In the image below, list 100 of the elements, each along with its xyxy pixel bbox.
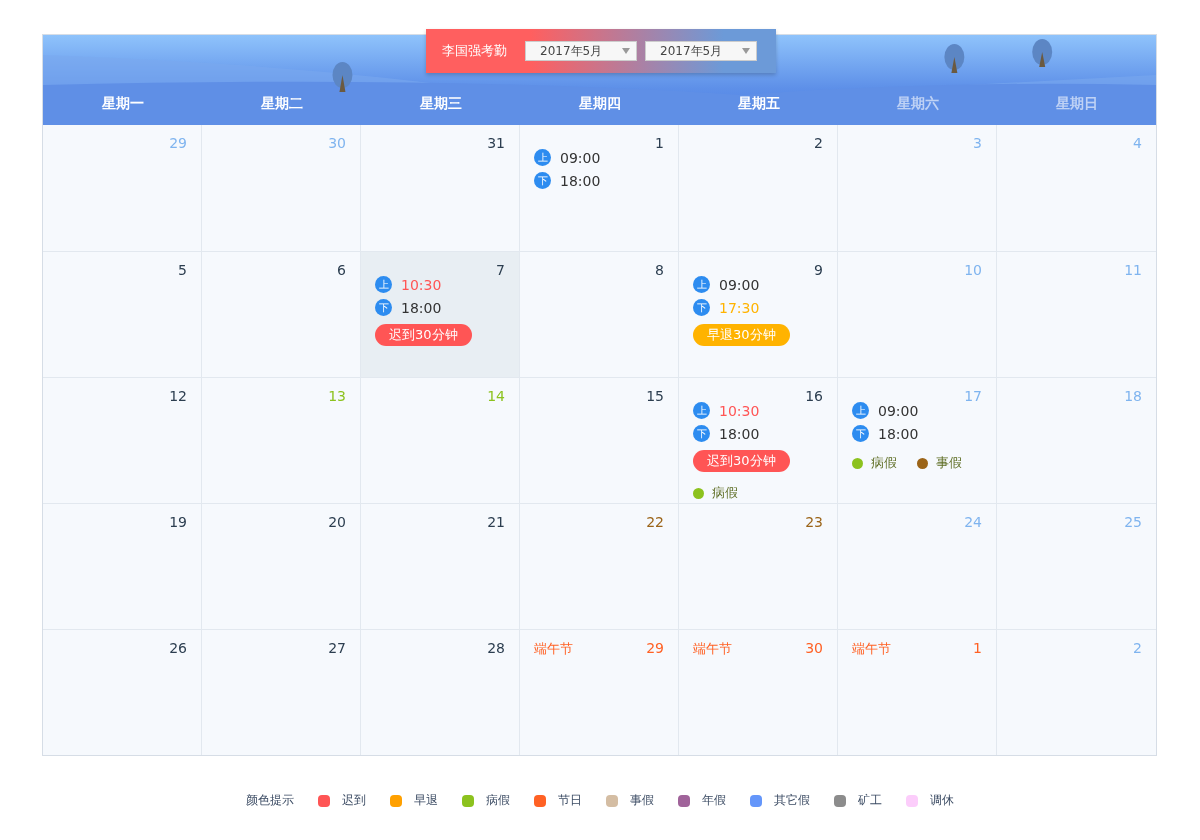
day-number: 10 bbox=[964, 262, 982, 278]
punch-mark: 下 bbox=[693, 299, 710, 316]
punch-mark: 上 bbox=[693, 276, 710, 293]
punch-mark: 上 bbox=[375, 276, 392, 293]
day-cell[interactable]: 上 09:00 下 18:00 病假 事假 17 bbox=[838, 377, 997, 503]
status-badge: 早退30分钟 bbox=[693, 324, 790, 346]
weekday-label: 星期六 bbox=[895, 95, 940, 113]
status-badge: 迟到30分钟 bbox=[375, 324, 472, 346]
day-number: 1 bbox=[655, 135, 664, 151]
punch-time: 09:00 bbox=[719, 276, 760, 293]
holiday-label: 端午节 bbox=[852, 640, 891, 658]
month-select[interactable]: 2017年5月 bbox=[645, 41, 757, 61]
day-number: 13 bbox=[328, 388, 346, 404]
legend-label: 调休 bbox=[929, 792, 954, 809]
day-number: 29 bbox=[169, 135, 187, 151]
punch-time: 09:00 bbox=[560, 149, 601, 166]
legend-label: 事假 bbox=[629, 792, 654, 809]
day-cell[interactable]: 27 bbox=[202, 629, 361, 755]
legend-label: 其它假 bbox=[773, 792, 810, 809]
status-badge: 迟到30分钟 bbox=[693, 450, 790, 472]
day-number: 11 bbox=[1124, 262, 1142, 278]
legend-label: 年假 bbox=[701, 792, 726, 809]
day-number: 2 bbox=[1133, 640, 1142, 656]
punch-time: 10:30 bbox=[401, 276, 442, 293]
day-cell[interactable]: 上 10:30 下 18:00 迟到30分钟 7 bbox=[361, 251, 520, 377]
day-number: 12 bbox=[169, 388, 187, 404]
punch-mark: 上 bbox=[693, 402, 710, 419]
day-cell[interactable]: 21 bbox=[361, 503, 520, 629]
day-number: 2 bbox=[814, 135, 823, 151]
legend-label: 病假 bbox=[485, 792, 510, 809]
month-select[interactable]: 2017年5月 bbox=[525, 41, 637, 61]
punch-mark: 下 bbox=[852, 425, 869, 442]
day-number: 16 bbox=[805, 388, 823, 404]
leave-label: 事假 bbox=[936, 454, 962, 472]
day-cell[interactable]: 上 09:00 下 18:00 1 bbox=[520, 125, 679, 251]
day-number: 29 bbox=[646, 640, 664, 656]
day-number: 21 bbox=[487, 514, 505, 530]
legend-label: 早退 bbox=[413, 792, 438, 809]
weekday-label: 星期日 bbox=[1054, 95, 1099, 113]
day-cell[interactable]: 2 bbox=[679, 125, 838, 251]
day-number: 22 bbox=[646, 514, 664, 530]
day-number: 5 bbox=[178, 262, 187, 278]
day-cell[interactable]: 8 bbox=[520, 251, 679, 377]
holiday-label: 端午节 bbox=[693, 640, 732, 658]
legend-label: 矿工 bbox=[857, 792, 882, 809]
day-cell[interactable]: 12 bbox=[43, 377, 202, 503]
weekday-label: 星期二 bbox=[259, 95, 304, 113]
weekday-label: 星期五 bbox=[736, 95, 781, 113]
day-number: 18 bbox=[1124, 388, 1142, 404]
punch-mark: 下 bbox=[693, 425, 710, 442]
punch-time: 18:00 bbox=[719, 425, 760, 442]
punch-time: 18:00 bbox=[878, 425, 919, 442]
legend-title: 颜色提示 bbox=[245, 792, 294, 809]
weekday-label: 星期一 bbox=[100, 95, 145, 113]
day-number: 30 bbox=[805, 640, 823, 656]
day-number: 27 bbox=[328, 640, 346, 656]
punch-time: 18:00 bbox=[401, 299, 442, 316]
day-cell[interactable]: 22 bbox=[520, 503, 679, 629]
day-cell[interactable]: 20 bbox=[202, 503, 361, 629]
weekday-label: 星期三 bbox=[418, 95, 463, 113]
day-number: 26 bbox=[169, 640, 187, 656]
punch-time: 09:00 bbox=[878, 402, 919, 419]
day-cell[interactable]: 5 bbox=[43, 251, 202, 377]
day-number: 3 bbox=[973, 135, 982, 151]
day-number: 31 bbox=[487, 135, 505, 151]
punch-time: 17:30 bbox=[719, 299, 760, 316]
day-cell[interactable]: 19 bbox=[43, 503, 202, 629]
leave-label: 病假 bbox=[871, 454, 897, 472]
day-number: 20 bbox=[328, 514, 346, 530]
attendance-title: 李国强考勤 bbox=[442, 42, 507, 60]
day-cell[interactable]: 26 bbox=[43, 629, 202, 755]
day-number: 4 bbox=[1133, 135, 1142, 151]
day-number: 28 bbox=[487, 640, 505, 656]
holiday-label: 端午节 bbox=[534, 640, 573, 658]
legend-label: 迟到 bbox=[341, 792, 366, 809]
day-number: 24 bbox=[964, 514, 982, 530]
day-number: 25 bbox=[1124, 514, 1142, 530]
punch-mark: 下 bbox=[534, 172, 551, 189]
day-number: 7 bbox=[496, 262, 505, 278]
day-number: 14 bbox=[487, 388, 505, 404]
day-number: 23 bbox=[805, 514, 823, 530]
day-number: 1 bbox=[973, 640, 982, 656]
punch-mark: 上 bbox=[534, 149, 551, 166]
day-cell[interactable]: 上 10:30 下 18:00 迟到30分钟 病假 16 bbox=[679, 377, 838, 503]
day-number: 9 bbox=[814, 262, 823, 278]
day-cell[interactable]: 上 09:00 下 17:30 早退30分钟 9 bbox=[679, 251, 838, 377]
punch-time: 10:30 bbox=[719, 402, 760, 419]
day-cell[interactable]: 28 bbox=[361, 629, 520, 755]
day-number: 6 bbox=[337, 262, 346, 278]
day-number: 8 bbox=[655, 262, 664, 278]
day-cell[interactable]: 15 bbox=[520, 377, 679, 503]
day-number: 15 bbox=[646, 388, 664, 404]
day-number: 30 bbox=[328, 135, 346, 151]
leave-label: 病假 bbox=[712, 484, 738, 502]
punch-mark: 上 bbox=[852, 402, 869, 419]
legend-label: 节日 bbox=[557, 792, 582, 809]
day-cell[interactable]: 23 bbox=[679, 503, 838, 629]
weekday-label: 星期四 bbox=[577, 95, 622, 113]
punch-time: 18:00 bbox=[560, 172, 601, 189]
day-number: 19 bbox=[169, 514, 187, 530]
